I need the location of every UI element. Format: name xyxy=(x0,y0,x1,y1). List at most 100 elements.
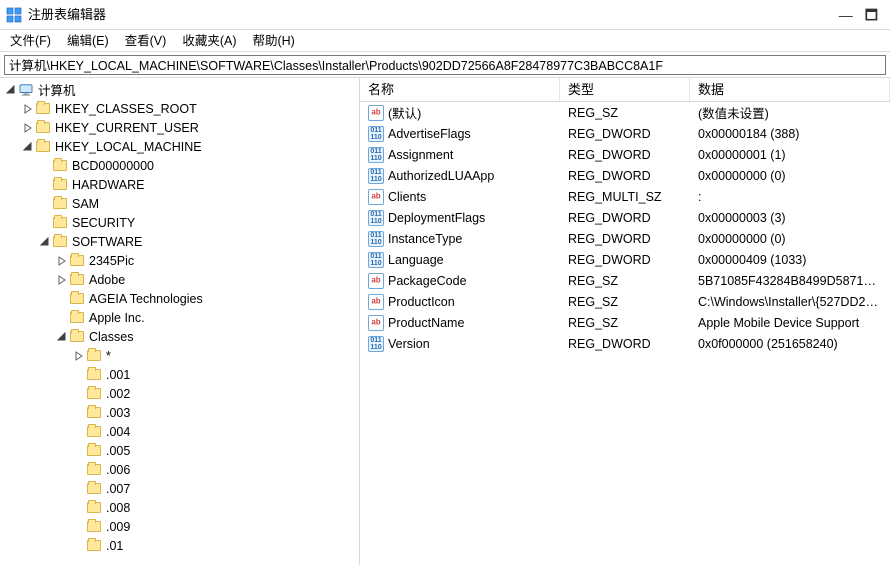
value-row[interactable]: 011110VersionREG_DWORD0x0f000000 (251658… xyxy=(360,333,890,354)
tree-item-n2_4_4[interactable]: Classes xyxy=(0,327,359,346)
tree-item-n2_4_4_1[interactable]: .001 xyxy=(0,365,359,384)
value-row[interactable]: 011110AuthorizedLUAAppREG_DWORD0x0000000… xyxy=(360,165,890,186)
menu-edit[interactable]: 编辑(E) xyxy=(65,30,111,51)
value-name: ProductName xyxy=(388,316,464,330)
value-data: 5B71085F43284B8499D5871922748 xyxy=(690,274,890,288)
twistie-none xyxy=(38,216,52,230)
binary-value-icon: 011110 xyxy=(368,336,384,352)
tree-label: Classes xyxy=(89,330,133,344)
binary-value-icon: 011110 xyxy=(368,147,384,163)
tree-item-n2_4_4_9[interactable]: .009 xyxy=(0,517,359,536)
value-row[interactable]: 011110InstanceTypeREG_DWORD0x00000000 (0… xyxy=(360,228,890,249)
folder-icon xyxy=(86,443,102,459)
menu-view[interactable]: 查看(V) xyxy=(123,30,169,51)
tree-item-n2_4_4_5[interactable]: .005 xyxy=(0,441,359,460)
tree-item-n2_2[interactable]: SAM xyxy=(0,194,359,213)
tree-label: Adobe xyxy=(89,273,125,287)
folder-icon xyxy=(86,519,102,535)
tree-label: HKEY_CURRENT_USER xyxy=(55,121,199,135)
value-name: AuthorizedLUAApp xyxy=(388,169,494,183)
tree-label: HARDWARE xyxy=(72,178,144,192)
tree-item-n2_4[interactable]: SOFTWARE xyxy=(0,232,359,251)
tree-label: .005 xyxy=(106,444,130,458)
chevron-down-icon[interactable] xyxy=(38,235,52,249)
tree-item-n2_4_4_8[interactable]: .008 xyxy=(0,498,359,517)
tree-label: .009 xyxy=(106,520,130,534)
address-bar xyxy=(0,52,890,78)
tree-item-n2_3[interactable]: SECURITY xyxy=(0,213,359,232)
value-row[interactable]: 011110AssignmentREG_DWORD0x00000001 (1) xyxy=(360,144,890,165)
tree-item-n2_4_4_6[interactable]: .006 xyxy=(0,460,359,479)
twistie-none xyxy=(72,368,86,382)
value-name: (默认) xyxy=(388,103,421,122)
tree-label: SOFTWARE xyxy=(72,235,142,249)
maximize-button[interactable]: 🗖 xyxy=(865,0,878,30)
value-name: Language xyxy=(388,253,444,267)
menu-favorites[interactable]: 收藏夹(A) xyxy=(180,30,238,51)
column-data-header[interactable]: 数据 xyxy=(690,78,890,101)
tree-item-n2_4_3[interactable]: Apple Inc. xyxy=(0,308,359,327)
tree-pane[interactable]: 计算机HKEY_CLASSES_ROOT HKEY_CURRENT_USER HKE… xyxy=(0,78,360,565)
chevron-right-icon[interactable] xyxy=(55,273,69,287)
chevron-right-icon[interactable] xyxy=(55,254,69,268)
folder-icon xyxy=(52,158,68,174)
twistie-none xyxy=(72,444,86,458)
value-row[interactable]: (默认)REG_SZ(数值未设置) xyxy=(360,102,890,123)
tree-item-n2_4_2[interactable]: AGEIA Technologies xyxy=(0,289,359,308)
chevron-right-icon[interactable] xyxy=(21,121,35,135)
twistie-none xyxy=(72,425,86,439)
binary-value-icon: 011110 xyxy=(368,252,384,268)
value-type: REG_MULTI_SZ xyxy=(560,190,690,204)
window-controls: — 🗖 xyxy=(839,0,884,30)
tree-item-n2_4_0[interactable]: 2345Pic xyxy=(0,251,359,270)
value-row[interactable]: 011110AdvertiseFlagsREG_DWORD0x00000184 … xyxy=(360,123,890,144)
address-input[interactable] xyxy=(4,55,886,75)
chevron-right-icon[interactable] xyxy=(21,102,35,116)
value-row[interactable]: 011110LanguageREG_DWORD0x00000409 (1033) xyxy=(360,249,890,270)
column-type-header[interactable]: 类型 xyxy=(560,78,690,101)
tree-item-n2_4_4_0[interactable]: * xyxy=(0,346,359,365)
twistie-none xyxy=(72,463,86,477)
minimize-button[interactable]: — xyxy=(839,0,853,30)
tree-label: .01 xyxy=(106,539,123,553)
tree-label: 2345Pic xyxy=(89,254,134,268)
tree-item-n2_1[interactable]: HARDWARE xyxy=(0,175,359,194)
value-row[interactable]: ClientsREG_MULTI_SZ: xyxy=(360,186,890,207)
tree-item-n2_4_4_2[interactable]: .002 xyxy=(0,384,359,403)
tree-item-n2_0[interactable]: BCD00000000 xyxy=(0,156,359,175)
tree-item-n1[interactable]: HKEY_CURRENT_USER xyxy=(0,118,359,137)
folder-icon xyxy=(69,310,85,326)
values-list: (默认)REG_SZ(数值未设置)011110AdvertiseFlagsREG… xyxy=(360,102,890,354)
tree-item-n2_4_4_3[interactable]: .003 xyxy=(0,403,359,422)
folder-icon xyxy=(69,329,85,345)
column-name-header[interactable]: 名称 xyxy=(360,78,560,101)
chevron-down-icon[interactable] xyxy=(4,83,18,97)
tree-item-n2_4_4_4[interactable]: .004 xyxy=(0,422,359,441)
tree-item-n2_4_1[interactable]: Adobe xyxy=(0,270,359,289)
chevron-down-icon[interactable] xyxy=(55,330,69,344)
tree-item-n2_4_4_10[interactable]: .01 xyxy=(0,536,359,555)
string-value-icon xyxy=(368,105,384,121)
value-name: AdvertiseFlags xyxy=(388,127,471,141)
menu-help[interactable]: 帮助(H) xyxy=(250,30,296,51)
registry-tree: 计算机HKEY_CLASSES_ROOT HKEY_CURRENT_USER HKE… xyxy=(0,80,359,555)
value-row[interactable]: 011110DeploymentFlagsREG_DWORD0x00000003… xyxy=(360,207,890,228)
binary-value-icon: 011110 xyxy=(368,210,384,226)
tree-label: HKEY_LOCAL_MACHINE xyxy=(55,140,202,154)
tree-label: Apple Inc. xyxy=(89,311,145,325)
tree-item-root[interactable]: 计算机 xyxy=(0,80,359,99)
chevron-right-icon[interactable] xyxy=(72,349,86,363)
value-row[interactable]: ProductNameREG_SZApple Mobile Device Sup… xyxy=(360,312,890,333)
tree-item-n2_4_4_7[interactable]: .007 xyxy=(0,479,359,498)
value-row[interactable]: ProductIconREG_SZC:\Windows\Installer\{5… xyxy=(360,291,890,312)
value-row[interactable]: PackageCodeREG_SZ5B71085F43284B8499D5871… xyxy=(360,270,890,291)
tree-item-n2[interactable]: HKEY_LOCAL_MACHINE xyxy=(0,137,359,156)
values-pane[interactable]: 名称 类型 数据 (默认)REG_SZ(数值未设置)011110Advertis… xyxy=(360,78,890,565)
string-value-icon xyxy=(368,294,384,310)
tree-label: SAM xyxy=(72,197,99,211)
tree-label: .007 xyxy=(106,482,130,496)
app-title: 注册表编辑器 xyxy=(28,0,106,30)
tree-item-n0[interactable]: HKEY_CLASSES_ROOT xyxy=(0,99,359,118)
menu-file[interactable]: 文件(F) xyxy=(8,30,53,51)
chevron-down-icon[interactable] xyxy=(21,140,35,154)
